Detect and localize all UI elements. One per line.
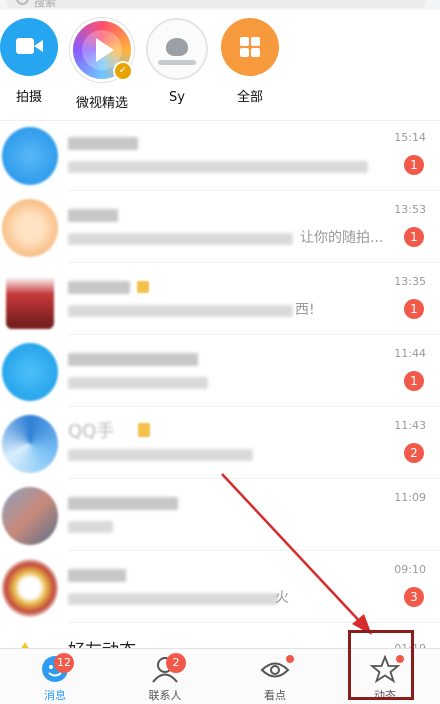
chat-snippet	[68, 233, 293, 245]
tab-messages[interactable]: 12 消息	[0, 649, 110, 704]
chat-row[interactable]: 西! 13:35 1	[0, 265, 440, 335]
shortcut-row: 拍摄 ✓ 微视精选 Sy 全部	[0, 18, 440, 118]
annotation-highlight-box	[348, 630, 414, 700]
unread-badge: 3	[404, 587, 424, 607]
chat-time: 11:09	[394, 491, 426, 504]
unread-badge: 2	[404, 443, 424, 463]
chat-row[interactable]: 让你的随拍... 13:53 1	[0, 193, 440, 263]
avatar	[6, 271, 54, 329]
chat-row[interactable]: 火 09:10 3	[0, 553, 440, 623]
avatar	[2, 343, 58, 401]
chat-name	[68, 209, 118, 222]
row-separator	[68, 478, 440, 479]
tab-label: 联系人	[148, 689, 182, 702]
shortcut-sy[interactable]: Sy	[137, 18, 217, 105]
avatar	[2, 199, 58, 257]
chat-snippet	[68, 521, 113, 533]
cat-avatar-icon	[146, 18, 208, 80]
row-separator	[68, 622, 440, 623]
chat-name	[68, 353, 198, 366]
avatar	[2, 415, 58, 473]
chat-snippet	[68, 593, 278, 605]
unread-badge: 1	[404, 155, 424, 175]
unread-badge: 1	[404, 227, 424, 247]
video-camera-icon	[0, 18, 58, 76]
shortcut-label: 拍摄	[15, 90, 42, 105]
tab-kandian[interactable]: 看点	[220, 649, 330, 704]
grid-apps-icon	[221, 18, 279, 76]
avatar	[2, 559, 58, 617]
avatar	[2, 127, 58, 185]
chat-time: 09:10	[394, 563, 426, 576]
chat-time: 11:43	[394, 419, 426, 432]
shortcut-label: 全部	[236, 90, 263, 105]
chat-name	[68, 281, 130, 294]
tab-label: 消息	[44, 689, 66, 702]
unread-badge: 1	[404, 371, 424, 391]
chat-name: QQ手	[68, 421, 115, 442]
row-separator	[68, 262, 440, 263]
chat-snippet	[68, 377, 208, 389]
chat-snippet	[68, 305, 293, 317]
tab-label: 看点	[264, 689, 286, 702]
verified-badge-icon: ✓	[113, 61, 133, 81]
shortcut-label: Sy	[169, 90, 185, 105]
chat-name	[68, 569, 126, 582]
row-separator	[68, 550, 440, 551]
search-placeholder: 搜索	[34, 0, 56, 9]
weishi-play-icon: ✓	[70, 18, 134, 82]
chat-time: 11:44	[394, 347, 426, 360]
chat-time: 15:14	[394, 131, 426, 144]
chat-row[interactable]: QQ手 11:43 2	[0, 409, 440, 479]
search-bar[interactable]: 搜索	[0, 0, 440, 10]
search-icon	[16, 0, 29, 5]
avatar	[2, 487, 58, 545]
shortcut-shoot[interactable]: 拍摄	[0, 18, 69, 105]
vip-icon	[138, 423, 150, 437]
chat-row[interactable]: 15:14 1	[0, 121, 440, 191]
chat-time: 13:53	[394, 203, 426, 216]
row-separator	[68, 334, 440, 335]
chat-name	[68, 497, 178, 510]
chat-row[interactable]: 11:09	[0, 481, 440, 551]
notification-dot	[286, 655, 294, 663]
chat-snippet-text: 让你的随拍...	[300, 230, 384, 246]
row-separator	[68, 190, 440, 191]
shortcut-all[interactable]: 全部	[210, 18, 290, 105]
chat-snippet	[68, 449, 253, 461]
shortcut-weishi[interactable]: ✓ 微视精选	[62, 18, 142, 111]
chat-snippet-text: 火	[275, 590, 289, 606]
shortcut-label: 微视精选	[75, 96, 128, 111]
chat-snippet-text: 西!	[295, 302, 315, 318]
tab-badge: 12	[54, 653, 74, 673]
search-input[interactable]: 搜索	[6, 0, 426, 9]
row-separator	[68, 406, 440, 407]
tab-contacts[interactable]: 2 联系人	[110, 649, 220, 704]
unread-badge: 1	[404, 299, 424, 319]
chat-row[interactable]: 11:44 1	[0, 337, 440, 407]
tab-badge: 2	[166, 653, 186, 673]
chat-time: 13:35	[394, 275, 426, 288]
chat-snippet	[68, 161, 368, 173]
vip-icon	[137, 281, 149, 293]
chat-name	[68, 137, 138, 150]
